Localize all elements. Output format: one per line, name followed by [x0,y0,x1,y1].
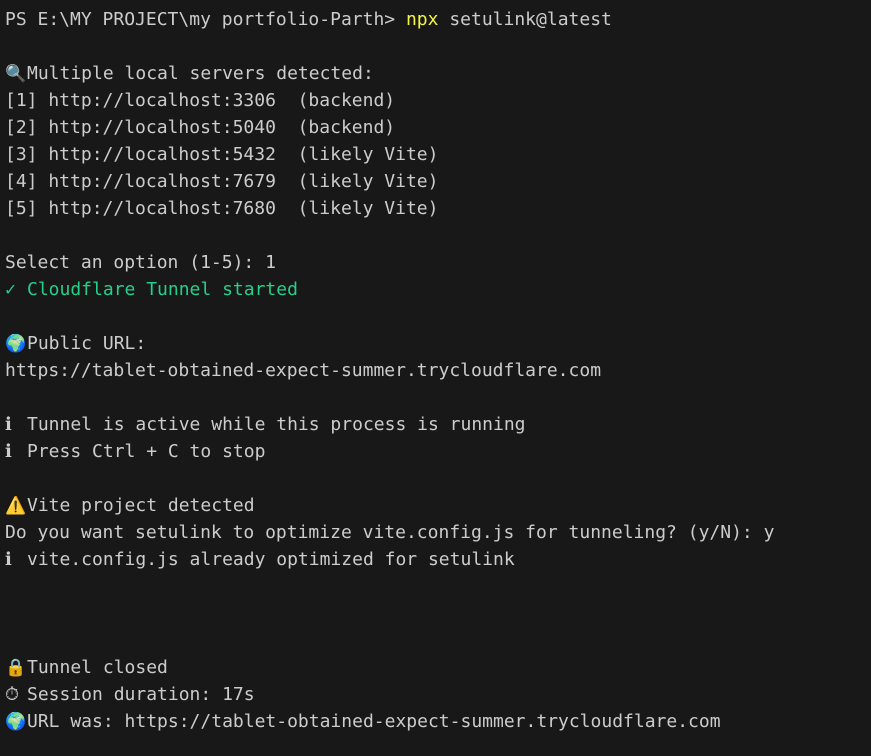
detect-line: 🔍Multiple local servers detected: [5,60,871,87]
command-args: setulink@latest [438,9,612,30]
server-option: [5] http://localhost:7680 (likely Vite) [5,198,439,219]
url-was-line: 🌍URL was: https://tablet-obtained-expect… [5,708,871,735]
command-name: npx [405,9,439,30]
public-url-label-line: 🌍Public URL: [5,330,871,357]
stopwatch-icon: ⏱ [5,684,20,705]
globe-icon: 🌍 [5,712,27,732]
tunnel-closed-text: Tunnel closed [27,657,168,678]
server-option: [1] http://localhost:3306 (backend) [5,90,396,111]
prompt-path: PS E:\MY PROJECT\my portfolio-Parth> [5,9,406,30]
optimized-text: vite.config.js already optimized for set… [27,549,515,570]
optimized-line: ℹ vite.config.js already optimized for se… [5,546,871,573]
info-icon: ℹ [5,414,12,435]
info-stop-text: Press Ctrl + C to stop [27,441,266,462]
session-duration-text: Session duration: 17s [27,684,255,705]
info-icon: ℹ [5,441,12,462]
vite-detected-line: ⚠️Vite project detected [5,492,871,519]
tunnel-started-line: ✓ Cloudflare Tunnel started [5,276,871,303]
info-icon: ℹ [5,549,12,570]
session-duration-line: ⏱ Session duration: 17s [5,681,871,708]
info-line-active: ℹ Tunnel is active while this process is … [5,411,871,438]
server-option: [2] http://localhost:5040 (backend) [5,117,396,138]
info-line-stop: ℹ Press Ctrl + C to stop [5,438,871,465]
globe-icon: 🌍 [5,334,27,354]
select-prompt: Select an option (1-5): 1 [5,252,276,273]
detect-text: Multiple local servers detected: [27,63,374,84]
info-active-text: Tunnel is active while this process is r… [27,414,526,435]
url-was-text[interactable]: URL was: https://tablet-obtained-expect-… [27,711,721,732]
blank-space [5,573,871,654]
warning-icon: ⚠️ [5,496,27,516]
terminal-output[interactable]: PS E:\MY PROJECT\my portfolio-Parth> npx… [0,0,871,756]
checkmark-icon: ✓ [5,279,16,300]
server-option: [4] http://localhost:7679 (likely Vite) [5,171,439,192]
tunnel-closed-line: 🔒Tunnel closed [5,654,871,681]
public-url-label: Public URL: [27,333,147,354]
magnifier-icon: 🔍 [5,64,27,84]
vite-detected-text: Vite project detected [27,495,255,516]
lock-icon: 🔒 [5,658,27,678]
server-option: [3] http://localhost:5432 (likely Vite) [5,144,439,165]
public-url[interactable]: https://tablet-obtained-expect-summer.tr… [5,357,871,384]
tunnel-started-text: Cloudflare Tunnel started [27,279,298,300]
optimize-question: Do you want setulink to optimize vite.co… [5,522,775,543]
prompt-line: PS E:\MY PROJECT\my portfolio-Parth> npx… [5,6,871,33]
